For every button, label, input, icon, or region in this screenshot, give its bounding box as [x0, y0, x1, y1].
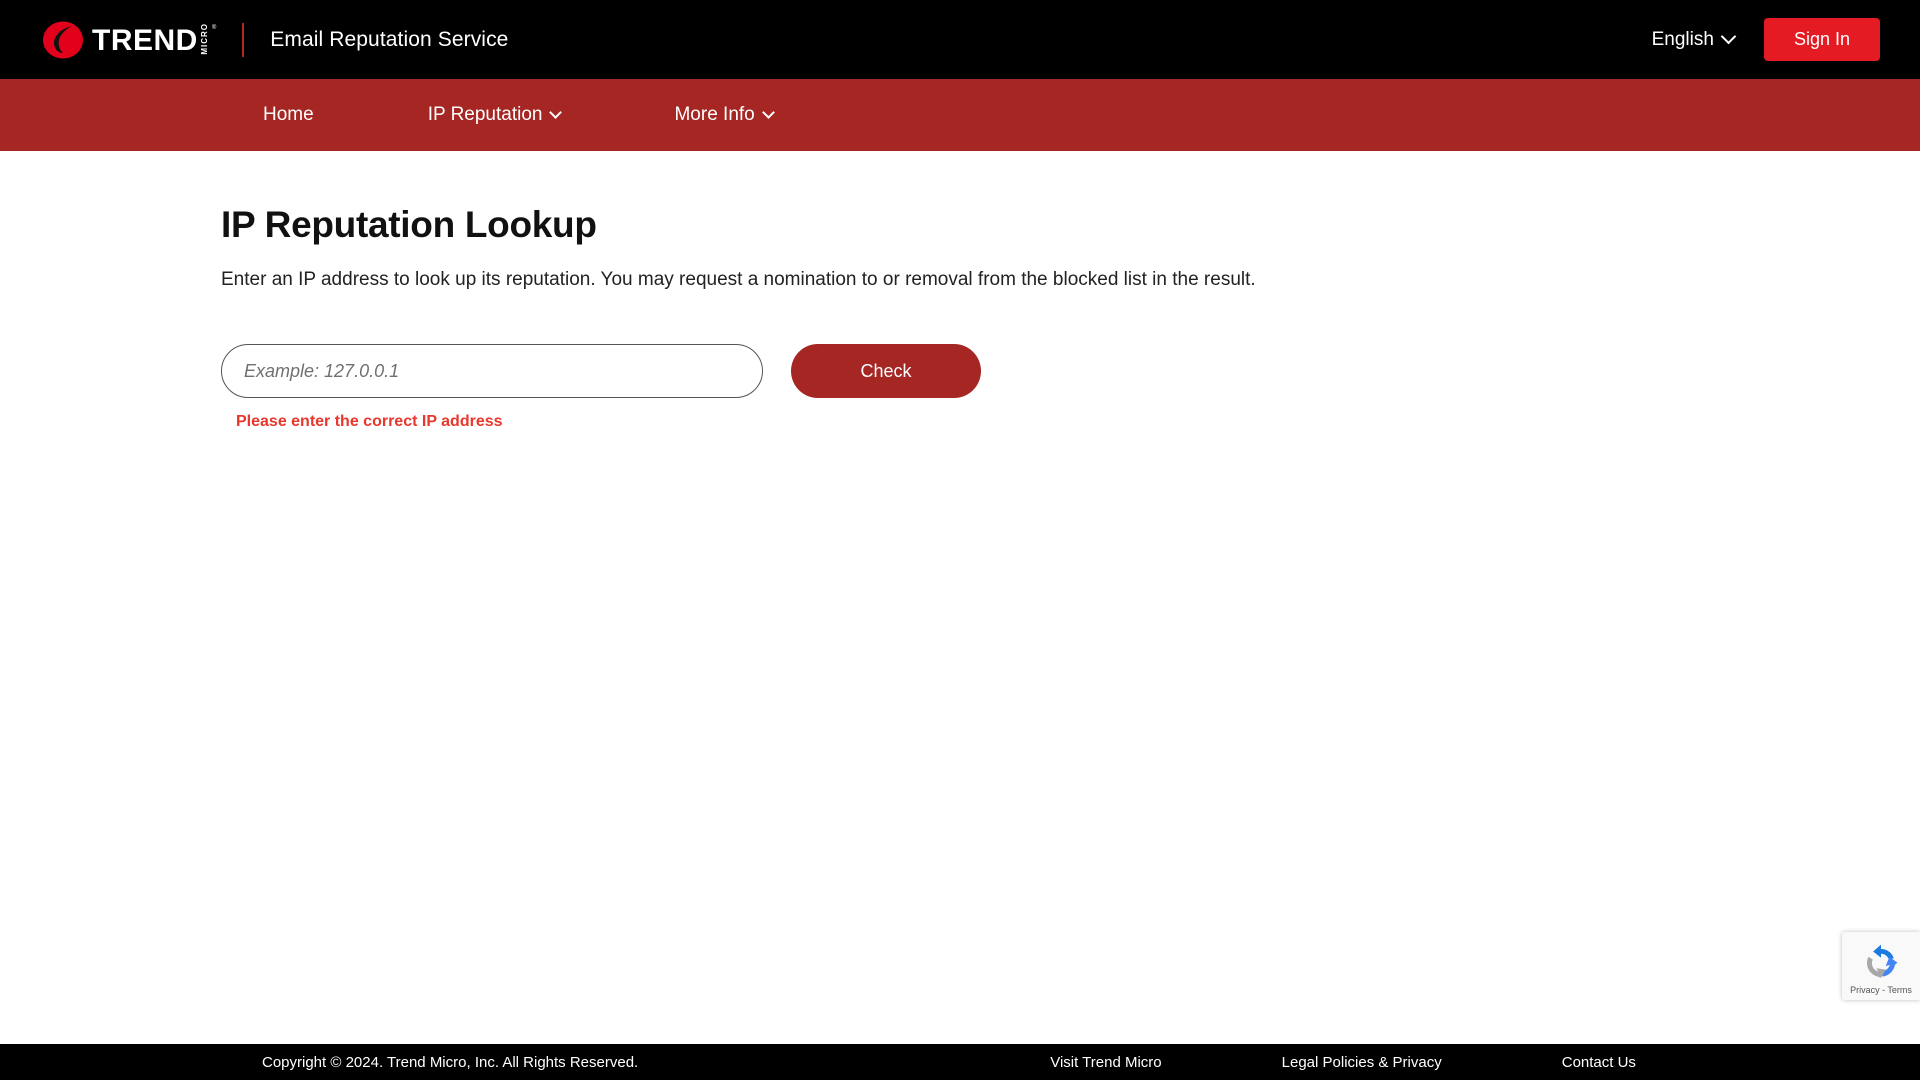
nav-item-more-info[interactable]: More Info: [674, 104, 775, 126]
nav-item-ip-reputation-label: IP Reputation: [427, 104, 543, 125]
top-header-bar: TREND MICRO ® Email Reputation Service E…: [0, 0, 1920, 79]
footer-links: Visit Trend Micro Legal Policies & Priva…: [1050, 1054, 1636, 1071]
ip-address-input[interactable]: [221, 344, 763, 398]
footer-link-legal-policies-privacy[interactable]: Legal Policies & Privacy: [1282, 1054, 1442, 1071]
chevron-down-icon: [549, 105, 563, 119]
recaptcha-privacy-terms-text[interactable]: Privacy - Terms: [1850, 985, 1912, 995]
main-navigation-bar: Home IP Reputation More Info: [0, 79, 1920, 151]
nav-item-home-label: Home: [263, 104, 314, 125]
footer-copyright: Copyright © 2024. Trend Micro, Inc. All …: [262, 1053, 639, 1071]
nav-item-home[interactable]: Home: [263, 104, 314, 126]
brand-block: TREND MICRO ® Email Reputation Service: [42, 19, 508, 61]
logo-trend-text: TREND: [92, 23, 198, 57]
footer-link-visit-trend-micro[interactable]: Visit Trend Micro: [1050, 1054, 1161, 1071]
page-title: IP Reputation Lookup: [221, 204, 597, 245]
nav-item-ip-reputation[interactable]: IP Reputation: [427, 104, 563, 126]
ip-lookup-form: Please enter the correct IP address Chec…: [221, 344, 1920, 431]
brand-divider: [242, 22, 245, 57]
page-description: Enter an IP address to look up its reput…: [221, 269, 1256, 290]
brand-title: Email Reputation Service: [270, 27, 509, 51]
language-label: English: [1651, 28, 1714, 50]
logo-registered-mark: ®: [211, 25, 217, 32]
logo-micro-text: MICRO: [199, 23, 209, 55]
main-content: IP Reputation Lookup Enter an IP address…: [0, 151, 1920, 1044]
language-selector[interactable]: English: [1651, 28, 1737, 51]
ip-validation-error: Please enter the correct IP address: [236, 413, 503, 430]
recaptcha-badge[interactable]: Privacy - Terms: [1842, 932, 1920, 1000]
footer-link-contact-us[interactable]: Contact Us: [1562, 1054, 1636, 1071]
nav-item-more-info-label: More Info: [674, 104, 755, 125]
chevron-down-icon: [1720, 28, 1737, 45]
ip-input-column: Please enter the correct IP address: [221, 344, 763, 431]
chevron-down-icon: [761, 105, 775, 119]
header-right-controls: English Sign In: [1652, 18, 1880, 61]
trend-micro-logo-icon: [42, 19, 84, 61]
trend-micro-logo-link[interactable]: TREND MICRO ®: [42, 19, 216, 61]
recaptcha-icon: [1860, 942, 1902, 984]
sign-in-button[interactable]: Sign In: [1763, 18, 1880, 61]
check-button[interactable]: Check: [791, 344, 981, 398]
page-footer: Copyright © 2024. Trend Micro, Inc. All …: [0, 1044, 1920, 1080]
logo-wordmark: TREND MICRO ®: [92, 23, 216, 56]
